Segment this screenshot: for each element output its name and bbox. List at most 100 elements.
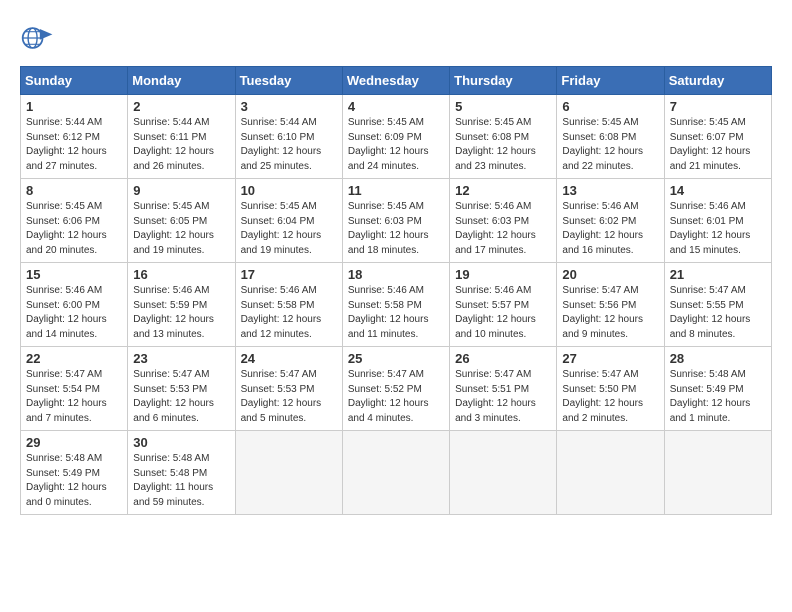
day-info: Sunrise: 5:47 AM Sunset: 5:54 PM Dayligh… xyxy=(26,368,122,426)
calendar-week-row: 22 Sunrise: 5:47 AM Sunset: 5:54 PM Dayli… xyxy=(21,347,772,431)
calendar-cell: 24Sunrise: 5:47 AM Sunset: 5:53 PM Dayli… xyxy=(235,347,342,431)
day-info: Sunrise: 5:47 AM Sunset: 5:51 PM Dayligh… xyxy=(455,368,551,426)
day-info: Sunrise: 5:46 AM Sunset: 5:58 PM Dayligh… xyxy=(241,284,337,342)
calendar-cell: 11 Sunrise: 5:45 AM Sunset: 6:03 PM Dayli… xyxy=(342,179,449,263)
calendar-cell xyxy=(235,431,342,515)
calendar-cell: 12 Sunrise: 5:46 AM Sunset: 6:03 PM Dayli… xyxy=(450,179,557,263)
day-number: 2 xyxy=(133,99,229,114)
calendar-cell: 19 Sunrise: 5:46 AM Sunset: 5:57 PM Dayli… xyxy=(450,263,557,347)
weekday-header-thursday: Thursday xyxy=(450,67,557,95)
calendar-header-row: SundayMondayTuesdayWednesdayThursdayFrid… xyxy=(21,67,772,95)
day-info: Sunrise: 5:44 AM Sunset: 6:10 PM Dayligh… xyxy=(241,116,337,174)
day-info: Sunrise: 5:44 AM Sunset: 6:12 PM Dayligh… xyxy=(26,116,122,174)
weekday-header-sunday: Sunday xyxy=(21,67,128,95)
day-info: Sunrise: 5:47 AM Sunset: 5:53 PM Dayligh… xyxy=(133,368,229,426)
calendar-cell: 8Sunrise: 5:45 AM Sunset: 6:06 PM Daylig… xyxy=(21,179,128,263)
day-info: Sunrise: 5:47 AM Sunset: 5:53 PM Dayligh… xyxy=(241,368,337,426)
weekday-header-friday: Friday xyxy=(557,67,664,95)
weekday-header-wednesday: Wednesday xyxy=(342,67,449,95)
day-number: 23 xyxy=(133,351,229,366)
day-number: 20 xyxy=(562,267,658,282)
calendar-cell: 14 Sunrise: 5:46 AM Sunset: 6:01 PM Dayli… xyxy=(664,179,771,263)
day-number: 22 xyxy=(26,351,122,366)
calendar-week-row: 29 Sunrise: 5:48 AM Sunset: 5:49 PM Dayli… xyxy=(21,431,772,515)
calendar-cell xyxy=(664,431,771,515)
day-info: Sunrise: 5:46 AM Sunset: 5:58 PM Dayligh… xyxy=(348,284,444,342)
day-info: Sunrise: 5:47 AM Sunset: 5:52 PM Dayligh… xyxy=(348,368,444,426)
day-number: 5 xyxy=(455,99,551,114)
calendar-cell: 26 Sunrise: 5:47 AM Sunset: 5:51 PM Dayli… xyxy=(450,347,557,431)
calendar-cell: 27 Sunrise: 5:47 AM Sunset: 5:50 PM Dayli… xyxy=(557,347,664,431)
calendar-cell: 29 Sunrise: 5:48 AM Sunset: 5:49 PM Dayli… xyxy=(21,431,128,515)
calendar-cell xyxy=(557,431,664,515)
day-info: Sunrise: 5:47 AM Sunset: 5:56 PM Dayligh… xyxy=(562,284,658,342)
day-info: Sunrise: 5:45 AM Sunset: 6:03 PM Dayligh… xyxy=(348,200,444,258)
calendar-cell: 2 Sunrise: 5:44 AM Sunset: 6:11 PM Daylig… xyxy=(128,95,235,179)
calendar-cell xyxy=(342,431,449,515)
calendar-cell: 22 Sunrise: 5:47 AM Sunset: 5:54 PM Dayli… xyxy=(21,347,128,431)
weekday-header-monday: Monday xyxy=(128,67,235,95)
day-info: Sunrise: 5:46 AM Sunset: 5:59 PM Dayligh… xyxy=(133,284,229,342)
day-number: 9 xyxy=(133,183,229,198)
weekday-header-tuesday: Tuesday xyxy=(235,67,342,95)
calendar-table: SundayMondayTuesdayWednesdayThursdayFrid… xyxy=(20,66,772,515)
day-number: 12 xyxy=(455,183,551,198)
calendar-cell xyxy=(450,431,557,515)
day-info: Sunrise: 5:46 AM Sunset: 6:00 PM Dayligh… xyxy=(26,284,122,342)
calendar-cell: 23 Sunrise: 5:47 AM Sunset: 5:53 PM Dayli… xyxy=(128,347,235,431)
day-info: Sunrise: 5:45 AM Sunset: 6:06 PM Dayligh… xyxy=(26,200,122,258)
calendar-cell: 28 Sunrise: 5:48 AM Sunset: 5:49 PM Dayli… xyxy=(664,347,771,431)
calendar-cell: 30Sunrise: 5:48 AM Sunset: 5:48 PM Dayli… xyxy=(128,431,235,515)
day-number: 16 xyxy=(133,267,229,282)
calendar-cell: 13Sunrise: 5:46 AM Sunset: 6:02 PM Dayli… xyxy=(557,179,664,263)
day-number: 29 xyxy=(26,435,122,450)
day-number: 28 xyxy=(670,351,766,366)
day-number: 15 xyxy=(26,267,122,282)
day-info: Sunrise: 5:45 AM Sunset: 6:05 PM Dayligh… xyxy=(133,200,229,258)
day-info: Sunrise: 5:47 AM Sunset: 5:55 PM Dayligh… xyxy=(670,284,766,342)
day-info: Sunrise: 5:44 AM Sunset: 6:11 PM Dayligh… xyxy=(133,116,229,174)
day-number: 1 xyxy=(26,99,122,114)
day-info: Sunrise: 5:45 AM Sunset: 6:09 PM Dayligh… xyxy=(348,116,444,174)
day-number: 4 xyxy=(348,99,444,114)
day-info: Sunrise: 5:45 AM Sunset: 6:08 PM Dayligh… xyxy=(562,116,658,174)
day-number: 14 xyxy=(670,183,766,198)
calendar-cell: 4 Sunrise: 5:45 AM Sunset: 6:09 PM Daylig… xyxy=(342,95,449,179)
calendar-cell: 18 Sunrise: 5:46 AM Sunset: 5:58 PM Dayli… xyxy=(342,263,449,347)
calendar-cell: 15 Sunrise: 5:46 AM Sunset: 6:00 PM Dayli… xyxy=(21,263,128,347)
day-number: 11 xyxy=(348,183,444,198)
page-header xyxy=(20,20,772,56)
calendar-cell: 7 Sunrise: 5:45 AM Sunset: 6:07 PM Daylig… xyxy=(664,95,771,179)
logo xyxy=(20,20,60,56)
calendar-cell: 3 Sunrise: 5:44 AM Sunset: 6:10 PM Daylig… xyxy=(235,95,342,179)
day-number: 6 xyxy=(562,99,658,114)
day-number: 3 xyxy=(241,99,337,114)
calendar-cell: 1 Sunrise: 5:44 AM Sunset: 6:12 PM Daylig… xyxy=(21,95,128,179)
day-number: 26 xyxy=(455,351,551,366)
calendar-cell: 21 Sunrise: 5:47 AM Sunset: 5:55 PM Dayli… xyxy=(664,263,771,347)
day-info: Sunrise: 5:45 AM Sunset: 6:07 PM Dayligh… xyxy=(670,116,766,174)
day-number: 27 xyxy=(562,351,658,366)
calendar-cell: 17 Sunrise: 5:46 AM Sunset: 5:58 PM Dayli… xyxy=(235,263,342,347)
day-info: Sunrise: 5:45 AM Sunset: 6:08 PM Dayligh… xyxy=(455,116,551,174)
calendar-cell: 16 Sunrise: 5:46 AM Sunset: 5:59 PM Dayli… xyxy=(128,263,235,347)
day-number: 21 xyxy=(670,267,766,282)
day-info: Sunrise: 5:46 AM Sunset: 6:03 PM Dayligh… xyxy=(455,200,551,258)
day-info: Sunrise: 5:48 AM Sunset: 5:49 PM Dayligh… xyxy=(26,452,122,510)
calendar-cell: 10 Sunrise: 5:45 AM Sunset: 6:04 PM Dayli… xyxy=(235,179,342,263)
day-number: 18 xyxy=(348,267,444,282)
day-info: Sunrise: 5:46 AM Sunset: 6:01 PM Dayligh… xyxy=(670,200,766,258)
calendar-week-row: 8Sunrise: 5:45 AM Sunset: 6:06 PM Daylig… xyxy=(21,179,772,263)
day-number: 7 xyxy=(670,99,766,114)
day-info: Sunrise: 5:48 AM Sunset: 5:49 PM Dayligh… xyxy=(670,368,766,426)
day-number: 25 xyxy=(348,351,444,366)
day-info: Sunrise: 5:47 AM Sunset: 5:50 PM Dayligh… xyxy=(562,368,658,426)
day-number: 19 xyxy=(455,267,551,282)
calendar-cell: 25 Sunrise: 5:47 AM Sunset: 5:52 PM Dayli… xyxy=(342,347,449,431)
calendar-cell: 6 Sunrise: 5:45 AM Sunset: 6:08 PM Daylig… xyxy=(557,95,664,179)
day-info: Sunrise: 5:45 AM Sunset: 6:04 PM Dayligh… xyxy=(241,200,337,258)
day-number: 17 xyxy=(241,267,337,282)
day-info: Sunrise: 5:46 AM Sunset: 5:57 PM Dayligh… xyxy=(455,284,551,342)
day-number: 10 xyxy=(241,183,337,198)
logo-icon xyxy=(20,20,56,56)
